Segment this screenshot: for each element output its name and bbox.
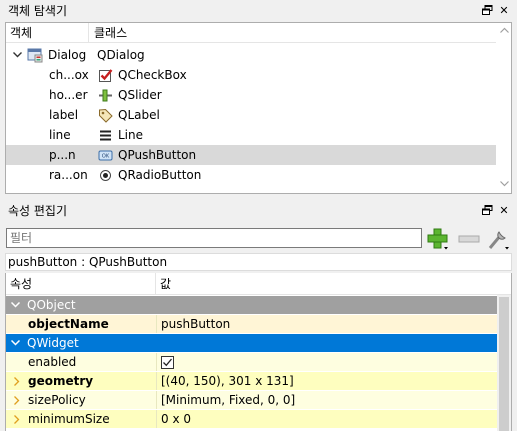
property-row-minimumsize[interactable]: minimumSize 0 x 0 <box>6 410 497 429</box>
tree-item-name: Dialog <box>48 48 87 62</box>
tree-row-radiobutton[interactable]: ra...on QRadioButton <box>6 165 496 185</box>
column-header-object[interactable]: 객체 <box>6 23 89 42</box>
column-header-class[interactable]: 클래스 <box>89 24 127 41</box>
tree-item-class: QLabel <box>118 108 160 122</box>
tree-row-pushbutton[interactable]: p...n OK QPushButton <box>6 145 496 165</box>
remove-property-icon[interactable] <box>456 226 482 252</box>
vertical-scrollbar[interactable] <box>496 23 511 193</box>
tree-item-class: Line <box>118 128 144 142</box>
tree-row-dialog[interactable]: Dialog QDialog <box>6 45 496 65</box>
filter-toolbar <box>5 226 512 252</box>
property-row-sizepolicy[interactable]: sizePolicy [Minimum, Fixed, 0, 0] <box>6 391 497 410</box>
tree-item-name: p...n <box>49 148 76 162</box>
configure-wrench-icon[interactable] <box>485 226 511 252</box>
object-inspector-titlebar: 객체 탐색기 ✕ <box>0 0 517 20</box>
scrollbar-thumb[interactable] <box>499 297 509 431</box>
tree-item-class: QRadioButton <box>118 168 202 182</box>
tree-item-class: QSlider <box>118 88 162 102</box>
tree-item-class: QDialog <box>97 48 145 62</box>
tree-row-checkbox[interactable]: ch...ox QCheckBox <box>6 65 496 85</box>
radiobutton-icon <box>97 167 113 183</box>
close-icon[interactable]: ✕ <box>497 3 511 17</box>
property-row-geometry[interactable]: geometry [(40, 150), 301 x 131] <box>6 372 497 391</box>
tree-item-name: ch...ox <box>49 68 89 82</box>
property-editor-title: 속성 편집기 <box>8 203 68 218</box>
pushbutton-icon: OK <box>97 147 113 163</box>
chevron-right-icon[interactable] <box>6 395 28 405</box>
property-row-objectname[interactable]: objectName pushButton <box>6 315 497 334</box>
tree-row-slider[interactable]: ho...er QSlider <box>6 85 496 105</box>
group-label: QObject <box>27 298 76 312</box>
object-inspector-header: 객체 클래스 <box>6 23 511 43</box>
property-table[interactable]: 속성 값 QObject objectName pushButton QWidg… <box>5 273 512 431</box>
enabled-checkbox[interactable] <box>161 355 174 369</box>
dialog-icon <box>27 47 43 63</box>
column-header-property[interactable]: 속성 <box>6 273 156 294</box>
property-name: enabled <box>28 355 77 369</box>
column-header-value[interactable]: 값 <box>156 275 171 292</box>
checkbox-icon <box>97 67 113 83</box>
line-icon <box>97 127 113 143</box>
property-value[interactable]: 0 x 0 <box>161 412 191 426</box>
tree-item-name: ra...on <box>49 168 88 182</box>
float-icon[interactable] <box>480 3 494 17</box>
tree-row-line[interactable]: line Line <box>6 125 496 145</box>
filter-input[interactable] <box>6 228 422 248</box>
tree-row-label[interactable]: label QLabel <box>6 105 496 125</box>
property-value[interactable]: [Minimum, Fixed, 0, 0] <box>161 393 295 407</box>
chevron-right-icon[interactable] <box>6 376 28 386</box>
float-icon[interactable] <box>480 203 494 217</box>
tree-item-name: line <box>49 128 71 142</box>
chevron-right-icon[interactable] <box>6 414 28 424</box>
tree-item-name: ho...er <box>49 88 88 102</box>
svg-text:OK: OK <box>101 153 109 159</box>
object-inspector-title: 객체 탐색기 <box>8 3 68 18</box>
tree-item-name: label <box>49 108 79 122</box>
group-row-qwidget[interactable]: QWidget <box>6 334 497 353</box>
label-tag-icon <box>97 107 113 123</box>
scroll-down-icon[interactable] <box>500 181 509 190</box>
property-editor-titlebar: 속성 편집기 ✕ <box>0 200 517 220</box>
property-name: minimumSize <box>28 412 110 426</box>
chevron-down-icon[interactable] <box>11 52 23 58</box>
object-inspector-tree[interactable]: 객체 클래스 Dialog QDialog ch...ox QCheckBox … <box>5 22 512 194</box>
property-row-enabled[interactable]: enabled <box>6 353 497 372</box>
property-vertical-scrollbar[interactable] <box>497 295 511 431</box>
property-name: sizePolicy <box>28 393 86 407</box>
group-row-qobject[interactable]: QObject <box>6 296 497 315</box>
slider-icon <box>97 87 113 103</box>
property-value[interactable]: pushButton <box>161 317 230 331</box>
group-label: QWidget <box>27 336 79 350</box>
close-icon[interactable]: ✕ <box>497 203 511 217</box>
property-table-header: 속성 값 <box>6 273 511 295</box>
property-value[interactable]: [(40, 150), 301 x 131] <box>161 374 294 388</box>
property-name: geometry <box>28 374 94 388</box>
chevron-down-icon[interactable] <box>6 302 24 308</box>
chevron-down-icon[interactable] <box>6 340 24 346</box>
tree-item-class: QPushButton <box>118 148 197 162</box>
scroll-up-icon[interactable] <box>500 27 509 36</box>
object-class-label: pushButton : QPushButton <box>5 253 512 271</box>
property-name: objectName <box>28 317 109 331</box>
add-property-icon[interactable] <box>425 226 451 252</box>
tree-item-class: QCheckBox <box>118 68 187 82</box>
